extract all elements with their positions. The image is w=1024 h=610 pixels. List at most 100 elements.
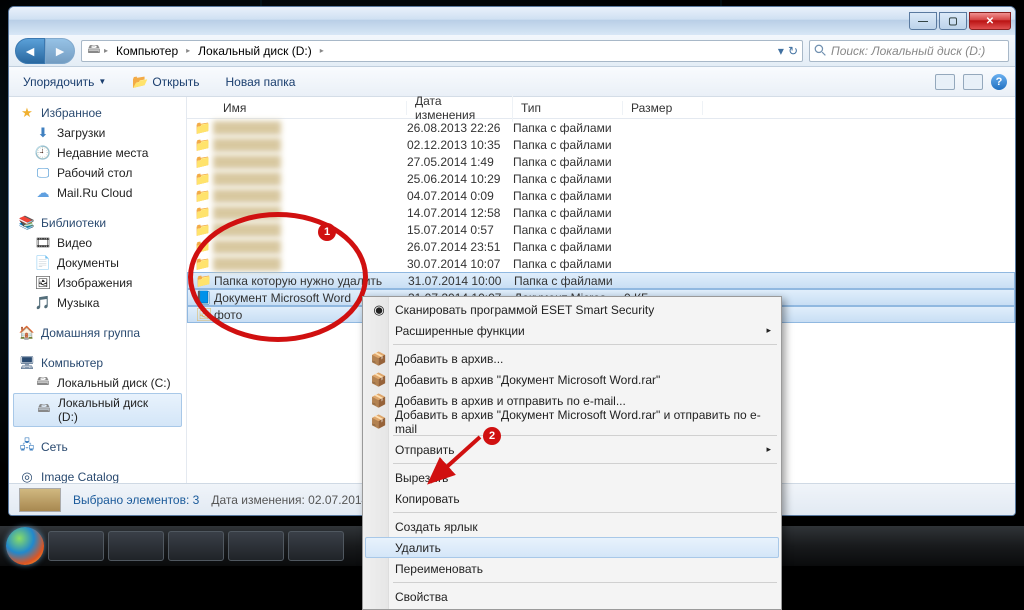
file-date: 26.07.2014 23:51 [407,240,513,254]
taskbar-item[interactable] [228,531,284,561]
file-type-icon: 📁 [195,239,211,255]
file-date: 25.06.2014 10:29 [407,172,513,186]
folder-open-icon: 📂 [132,74,148,90]
taskbar-item[interactable] [288,531,344,561]
file-row[interactable]: 📁████████15.07.2014 0:57Папка с файлами [187,221,1015,238]
file-row[interactable]: 📁████████26.07.2014 23:51Папка с файлами [187,238,1015,255]
file-date: 27.05.2014 1:49 [407,155,513,169]
search-input[interactable]: Поиск: Локальный диск (D:) [809,40,1009,62]
organize-button[interactable]: Упорядочить ▼ [17,72,112,92]
sidebar-network[interactable]: 🖧Сеть [9,437,186,457]
file-date: 15.07.2014 0:57 [407,223,513,237]
taskbar-item[interactable] [48,531,104,561]
breadcrumb-computer[interactable]: Компьютер [110,42,184,60]
sidebar-item-video[interactable]: 🎞Видео [9,233,186,253]
preview-pane-button[interactable] [963,74,983,90]
sidebar-item-drive-d[interactable]: 🖴Локальный диск (D:) [13,393,182,427]
archive-icon: 📦 [371,393,387,409]
help-button[interactable]: ? [991,74,1007,90]
archive-icon: 📦 [371,372,387,388]
file-type-icon: 📁 [196,273,212,289]
window-titlebar[interactable]: — ▢ ✕ [9,7,1015,35]
column-header-size[interactable]: Размер [623,101,703,115]
search-placeholder: Поиск: Локальный диск (D:) [831,44,985,58]
recent-icon: 🕘 [35,145,51,161]
minimize-button[interactable]: — [909,12,937,30]
start-button[interactable] [6,527,44,565]
file-type-icon: 📁 [195,120,211,136]
file-row[interactable]: 📁Папка которую нужно удалить31.07.2014 1… [187,272,1015,289]
homegroup-icon: 🏠 [19,325,35,341]
ctx-add-archive-named[interactable]: 📦Добавить в архив "Документ Microsoft Wo… [365,369,779,390]
sidebar-item-drive-c[interactable]: 🖴Локальный диск (C:) [9,373,186,393]
file-name: ████████ [213,223,407,237]
file-type-icon: 📁 [195,256,211,272]
annotation-badge-1: 1 [318,223,336,241]
breadcrumb[interactable]: 🖴 ▸ Компьютер ▸ Локальный диск (D:) ▸ ▾ … [81,40,803,62]
ctx-copy[interactable]: Копировать [365,488,779,509]
file-date: 31.07.2014 10:00 [408,274,514,288]
column-header-type[interactable]: Тип [513,101,623,115]
archive-icon: 📦 [371,351,387,367]
libraries-icon: 📚 [19,215,35,231]
ctx-eset-scan[interactable]: ◉Сканировать программой ESET Smart Secur… [365,299,779,320]
file-type-icon: 📁 [195,154,211,170]
column-header-name[interactable]: Имя [215,101,407,115]
sidebar-item-desktop[interactable]: 🖵Рабочий стол [9,163,186,183]
status-date-label: Дата изменения: [211,493,305,507]
file-name: ████████ [213,240,407,254]
ctx-add-archive-named-email[interactable]: 📦Добавить в архив "Документ Microsoft Wo… [365,411,779,432]
new-folder-button[interactable]: Новая папка [219,72,301,92]
file-row[interactable]: 📁████████30.07.2014 10:07Папка с файлами [187,255,1015,272]
sidebar-libraries[interactable]: 📚Библиотеки [9,213,186,233]
video-icon: 🎞 [35,235,51,251]
taskbar-item[interactable] [108,531,164,561]
file-row[interactable]: 📁████████26.08.2013 22:26Папка с файлами [187,119,1015,136]
file-name: ████████ [213,257,407,271]
file-type-icon: 📁 [195,137,211,153]
file-row[interactable]: 📁████████27.05.2014 1:49Папка с файлами [187,153,1015,170]
breadcrumb-dropdown-icon[interactable]: ▾ [778,44,784,58]
open-button[interactable]: 📂Открыть [126,71,205,93]
file-date: 14.07.2014 12:58 [407,206,513,220]
file-row[interactable]: 📁████████14.07.2014 12:58Папка с файлами [187,204,1015,221]
column-header-date[interactable]: Дата изменения [407,94,513,122]
ctx-cut[interactable]: Вырезать [365,467,779,488]
sidebar-favorites[interactable]: ★Избранное [9,103,186,123]
ctx-send-to[interactable]: Отправить▸ [365,439,779,460]
breadcrumb-drive[interactable]: Локальный диск (D:) [192,42,318,60]
file-row[interactable]: 📁████████04.07.2014 0:09Папка с файлами [187,187,1015,204]
file-name: Папка которую нужно удалить [214,274,408,288]
maximize-button[interactable]: ▢ [939,12,967,30]
sidebar-item-mailru[interactable]: ☁Mail.Ru Cloud [9,183,186,203]
drive-icon: 🖴 [36,402,52,418]
ctx-properties[interactable]: Свойства [365,586,779,607]
desktop-icon: 🖵 [35,165,51,181]
file-type: Папка с файлами [514,274,624,288]
file-row[interactable]: 📁████████25.06.2014 10:29Папка с файлами [187,170,1015,187]
annotation-badge-2: 2 [483,427,501,445]
sidebar-homegroup[interactable]: 🏠Домашняя группа [9,323,186,343]
ctx-delete[interactable]: Удалить [365,537,779,558]
nav-back-button[interactable]: ◄ [15,38,45,64]
sidebar-item-recent[interactable]: 🕘Недавние места [9,143,186,163]
context-menu: ◉Сканировать программой ESET Smart Secur… [362,296,782,610]
nav-forward-button[interactable]: ► [45,38,75,64]
refresh-icon[interactable]: ↻ [788,44,798,58]
sidebar-item-pictures[interactable]: 🖼Изображения [9,273,186,293]
ctx-add-archive[interactable]: 📦Добавить в архив... [365,348,779,369]
close-button[interactable]: ✕ [969,12,1011,30]
sidebar-item-downloads[interactable]: ⬇Загрузки [9,123,186,143]
file-type: Папка с файлами [513,206,623,220]
ctx-create-shortcut[interactable]: Создать ярлык [365,516,779,537]
ctx-rename[interactable]: Переименовать [365,558,779,579]
file-type-icon: 📁 [195,205,211,221]
view-options-button[interactable] [935,74,955,90]
taskbar-item[interactable] [168,531,224,561]
sidebar-item-documents[interactable]: 📄Документы [9,253,186,273]
file-row[interactable]: 📁████████02.12.2013 10:35Папка с файлами [187,136,1015,153]
sidebar-item-music[interactable]: 🎵Музыка [9,293,186,313]
file-type: Папка с файлами [513,155,623,169]
sidebar-computer[interactable]: 🖥Компьютер [9,353,186,373]
ctx-advanced[interactable]: Расширенные функции▸ [365,320,779,341]
